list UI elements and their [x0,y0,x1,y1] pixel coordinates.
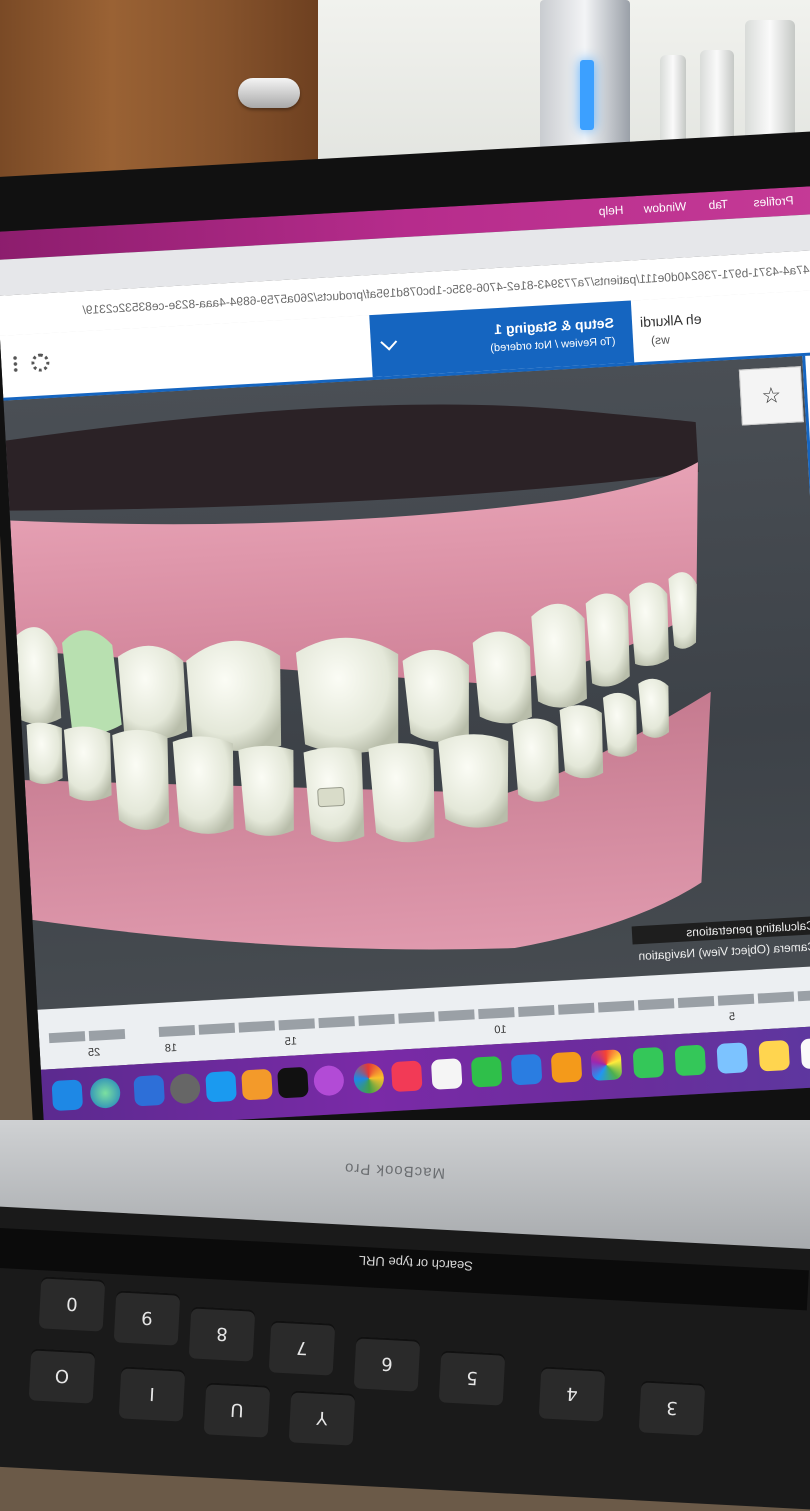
attachment [317,787,345,808]
key[interactable]: 5 [438,1350,506,1406]
dock-app-icon[interactable] [51,1079,84,1112]
dock-app-icon[interactable] [390,1060,423,1093]
machine-light [580,60,594,130]
dock-app-icon[interactable] [430,1058,463,1090]
dock-app-icon[interactable] [470,1055,503,1088]
stage-cell[interactable] [757,991,795,1004]
stage-cell[interactable] [158,1025,196,1038]
stage-label: 15 [284,1035,298,1049]
stage-cell[interactable] [717,993,755,1006]
stage-cell[interactable] [677,996,715,1009]
key[interactable]: 0 [38,1276,106,1332]
dock-app-icon[interactable] [133,1074,165,1107]
dock-app-icon[interactable] [674,1044,707,1077]
patient-name: eh Alkurdi [639,310,702,331]
stage-cell[interactable] [278,1018,315,1031]
favorite-star-icon[interactable]: ☆ [738,366,804,426]
key[interactable]: 7 [268,1320,336,1376]
dock-app-icon[interactable] [550,1051,583,1084]
stage-cell[interactable] [398,1011,435,1024]
stage-label: 5 [728,1010,736,1024]
dock-app-icon[interactable] [758,1039,791,1072]
dock-app-icon[interactable] [313,1064,345,1097]
key[interactable]: 6 [353,1336,421,1392]
dental-model[interactable] [3,356,810,1010]
dock-app-icon[interactable] [277,1066,309,1099]
key[interactable]: 9 [113,1290,181,1346]
stage-cell[interactable] [318,1016,355,1029]
door-handle [238,78,300,108]
setup-status: (To Review / Not ordered) [489,335,616,355]
stage-cell[interactable] [198,1022,236,1035]
setup-title: Setup & Staging 1 [493,314,615,338]
stage-label: 10 [494,1023,507,1037]
touchbar-search[interactable]: Search or type URL [358,1253,473,1274]
stage-cell[interactable] [358,1013,395,1026]
stage-cell[interactable] [637,998,675,1011]
patient-subtitle: ws) [650,332,671,348]
dock-app-icon[interactable] [353,1062,385,1095]
stage-cell[interactable] [597,1000,635,1013]
dock-app-icon[interactable] [716,1042,749,1074]
3d-viewport[interactable]: ☆ Calculating penetrations Camera (Objec… [3,356,810,1010]
key[interactable]: U [203,1382,271,1438]
key[interactable]: 4 [538,1366,606,1422]
stage-cell[interactable] [478,1007,515,1020]
bottle [660,55,686,150]
dock-app-icon[interactable] [632,1046,665,1079]
dock-app-icon[interactable] [800,1037,810,1070]
kebab-menu-icon[interactable] [12,354,18,374]
menu-profiles[interactable]: Profiles [753,193,794,209]
key[interactable]: 8 [188,1306,256,1362]
dock-app-icon[interactable] [169,1072,201,1105]
key[interactable]: 3 [638,1380,706,1436]
laptop-screen: Profiles Tab Window Help 06-47a4-4371-b9… [0,185,810,1131]
key[interactable]: Y [288,1390,356,1446]
gear-icon[interactable] [30,353,50,373]
menu-tab[interactable]: Tab [708,197,728,212]
stage-label: 25 [87,1046,101,1060]
setup-staging-dropdown[interactable]: Setup & Staging 1 (To Review / Not order… [369,300,635,378]
bottle [745,20,795,148]
dock-app-icon[interactable] [590,1049,623,1081]
key[interactable]: O [28,1348,96,1404]
dock-app-icon[interactable] [205,1070,237,1103]
stage-cell[interactable] [438,1009,475,1022]
chevron-down-icon [380,333,398,351]
stage-cell[interactable] [238,1020,276,1033]
stage-label: 18 [164,1042,178,1055]
stage-cell[interactable] [797,989,810,1002]
stage-cell[interactable] [518,1004,555,1017]
stage-cell[interactable] [88,1028,126,1041]
key[interactable]: I [118,1366,186,1422]
bottle [700,50,734,150]
menu-window[interactable]: Window [643,199,686,215]
stage-cell[interactable] [558,1002,595,1015]
dock-app-icon[interactable] [510,1053,543,1086]
menu-help[interactable]: Help [598,203,623,218]
dock-app-icon[interactable] [241,1068,273,1101]
stage-cell[interactable] [48,1031,86,1044]
dock-app-icon[interactable] [89,1077,122,1109]
